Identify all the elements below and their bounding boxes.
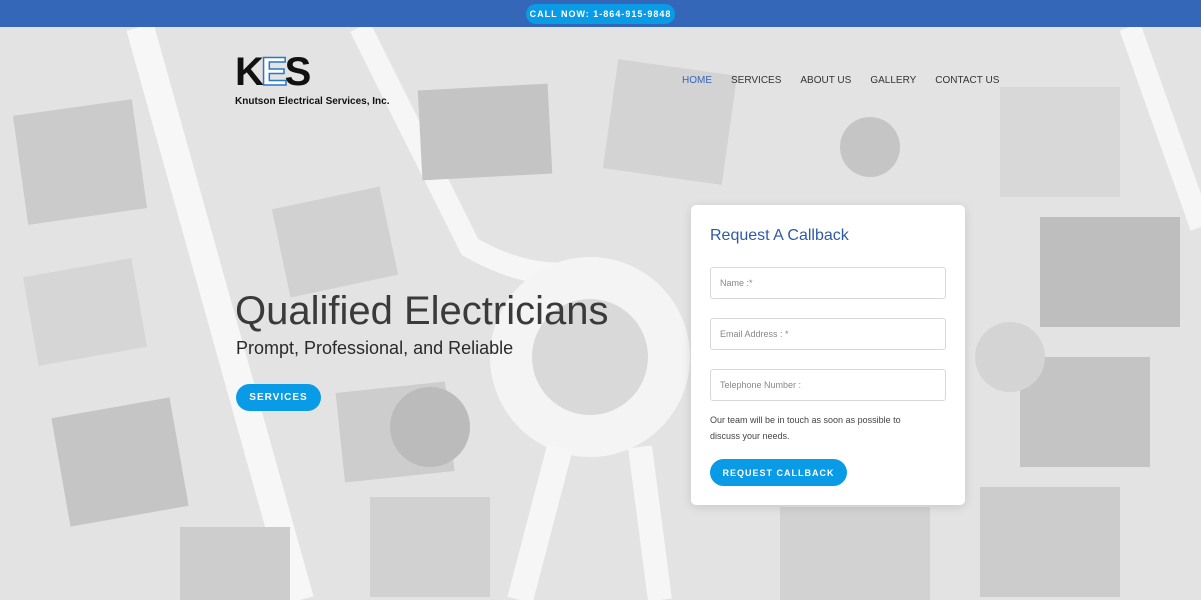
main-nav: HOME SERVICES ABOUT US GALLERY CONTACT U…	[682, 75, 1018, 86]
email-field[interactable]	[710, 318, 946, 350]
callback-form-card: Request A Callback Our team will be in t…	[691, 205, 965, 505]
nav-gallery[interactable]: GALLERY	[870, 75, 916, 86]
hero-headline: Qualified Electricians	[235, 289, 609, 333]
services-button[interactable]: SERVICES	[236, 384, 321, 411]
callback-note: Our team will be in touch as soon as pos…	[710, 415, 901, 441]
top-bar: CALL NOW: 1-864-915-9848	[0, 0, 1201, 27]
company-logo[interactable]: KES Knutson Electrical Services, Inc.	[235, 50, 395, 110]
name-field[interactable]	[710, 267, 946, 299]
nav-contact-us[interactable]: CONTACT US	[935, 75, 999, 86]
nav-about-us[interactable]: ABOUT US	[800, 75, 851, 86]
telephone-field[interactable]	[710, 369, 946, 401]
nav-home[interactable]: HOME	[682, 75, 712, 86]
logo-mark: KES	[235, 50, 311, 94]
nav-services[interactable]: SERVICES	[731, 75, 781, 86]
callback-form-title: Request A Callback	[710, 227, 849, 244]
hero-subheadline: Prompt, Professional, and Reliable	[236, 338, 514, 358]
call-now-button[interactable]: CALL NOW: 1-864-915-9848	[526, 4, 675, 24]
request-callback-button[interactable]: REQUEST CALLBACK	[710, 459, 847, 486]
company-name: Knutson Electrical Services, Inc.	[235, 96, 390, 107]
